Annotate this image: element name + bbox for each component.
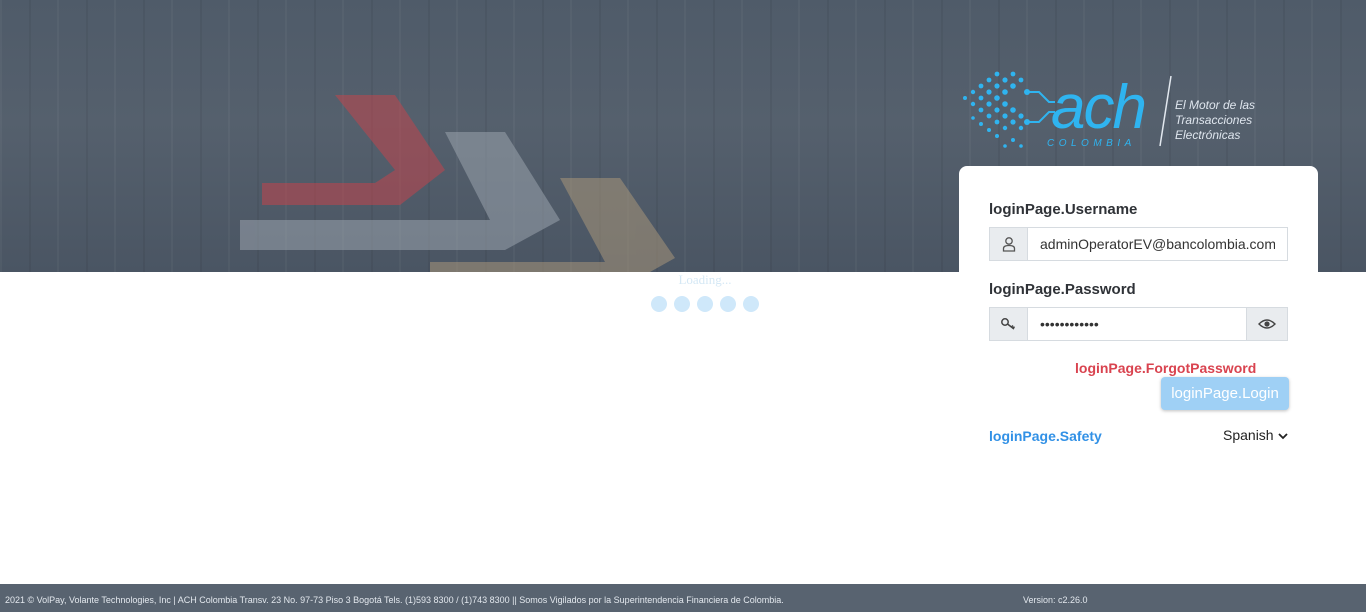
loading-indicator: Loading... — [650, 272, 760, 312]
tagline-line-2: Transacciones — [1175, 113, 1253, 127]
password-label: loginPage.Password — [989, 281, 1136, 298]
login-card: loginPage.Username loginPage.Password — [959, 166, 1318, 462]
loading-text: Loading... — [678, 272, 732, 287]
password-input[interactable] — [1028, 308, 1246, 340]
forgot-password-link[interactable]: loginPage.ForgotPassword — [1075, 360, 1256, 376]
svg-text:ach: ach — [1051, 73, 1145, 142]
key-icon — [990, 308, 1028, 340]
chevron-down-icon — [1277, 427, 1288, 443]
tagline-line-1: El Motor de las — [1175, 98, 1256, 112]
username-label: loginPage.Username — [989, 201, 1138, 218]
loading-dots — [650, 296, 760, 312]
loading-dot — [651, 296, 667, 312]
safety-link[interactable]: loginPage.Safety — [989, 428, 1102, 444]
loading-dot — [697, 296, 713, 312]
language-select[interactable]: Spanish — [1223, 427, 1288, 443]
login-page: ach COLOMBIA El Motor de las Transaccion… — [0, 0, 1366, 612]
footer: 2021 © VolPay, Volante Technologies, Inc… — [0, 584, 1366, 612]
password-input-group — [989, 307, 1288, 341]
username-input[interactable] — [1028, 228, 1287, 260]
footer-version: Version: c2.26.0 — [1023, 595, 1088, 605]
tagline-line-3: Electrónicas — [1175, 128, 1241, 142]
footer-copyright: 2021 © VolPay, Volante Technologies, Inc… — [5, 595, 784, 605]
loading-dot — [743, 296, 759, 312]
login-button[interactable]: loginPage.Login — [1161, 377, 1289, 410]
brand-tagline: El Motor de las Transacciones Electrónic… — [1175, 98, 1295, 143]
username-input-group — [989, 227, 1288, 261]
user-icon — [990, 228, 1028, 260]
svg-text:COLOMBIA: COLOMBIA — [1047, 138, 1136, 149]
loading-dot — [674, 296, 690, 312]
eye-icon[interactable] — [1246, 308, 1287, 340]
chevron-arrows-graphic — [240, 95, 675, 272]
language-value: Spanish — [1223, 427, 1274, 443]
loading-dot — [720, 296, 736, 312]
